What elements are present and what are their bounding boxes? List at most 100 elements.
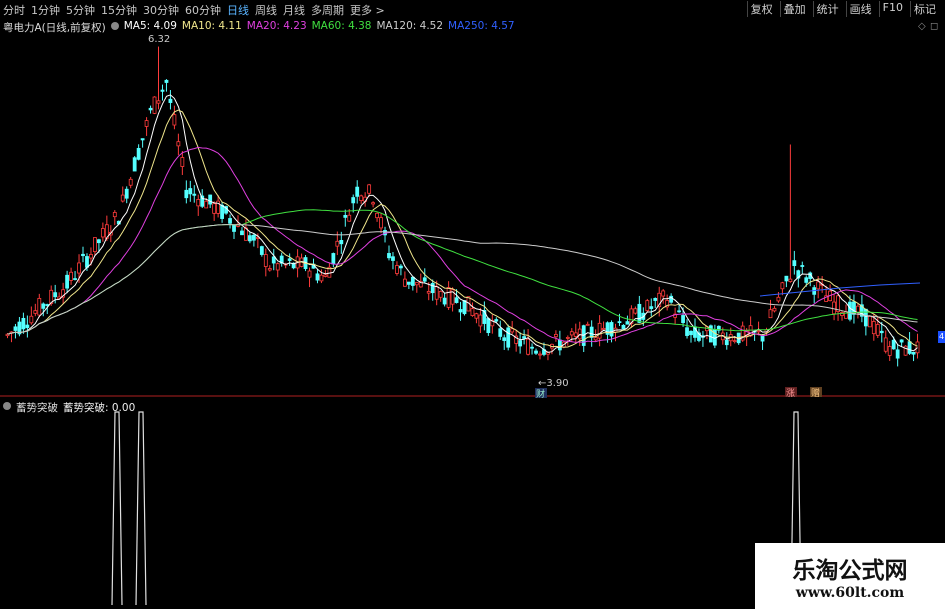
candle-body (653, 298, 658, 301)
candle-body (502, 337, 507, 341)
candle-body (534, 350, 538, 354)
candle-body (160, 89, 165, 92)
candle-body (430, 283, 435, 294)
candle-body (232, 224, 236, 232)
kline-chart[interactable]: 6.32 ←3.90 财 涨 赠 (0, 0, 945, 609)
candle-body (776, 296, 781, 302)
candle-body (422, 277, 427, 282)
candle-body (367, 184, 372, 194)
candle-body (748, 325, 753, 337)
candle-body (788, 278, 793, 282)
candle-body (13, 326, 18, 331)
candle-body (259, 246, 264, 255)
candle-body (176, 141, 181, 147)
candle-body (438, 291, 443, 298)
candle-body (375, 212, 379, 219)
candle-body (188, 188, 193, 195)
candle-body (53, 292, 58, 298)
candle-body (597, 322, 602, 339)
candle-body (351, 197, 356, 204)
price-low-label: ←3.90 (538, 378, 569, 389)
candle-body (184, 189, 189, 199)
indicator-name[interactable]: 蓄势突破 (16, 400, 58, 415)
candle-body (144, 120, 149, 127)
candle-body (307, 270, 312, 278)
candle-body (569, 331, 574, 336)
candle-body (41, 303, 46, 309)
candle-body (526, 338, 530, 355)
candle-body (136, 147, 141, 160)
candle-body (387, 253, 391, 259)
candle-body (391, 256, 395, 261)
candle-body (557, 339, 562, 351)
candle-body (768, 309, 773, 319)
candle-body (93, 237, 97, 253)
indicator-value: 蓄势突破: 0.00 (63, 402, 136, 414)
candle-body (414, 282, 419, 286)
candle-body (204, 200, 209, 209)
candle-body (271, 256, 276, 264)
candle-body (732, 340, 737, 343)
zhang-marker[interactable]: 涨 (786, 388, 795, 399)
candle-body (89, 254, 93, 259)
candle-body (275, 263, 280, 271)
indicator-legend: 蓄势突破 蓄势突破: 0.00 (3, 400, 135, 415)
candle-body (609, 322, 614, 337)
candle-body (470, 308, 475, 316)
candle-body (37, 298, 42, 316)
candle-body (248, 235, 252, 242)
candle-body (875, 324, 880, 336)
candle-body (649, 306, 654, 309)
candle-body (73, 278, 77, 280)
candle-body (33, 310, 38, 314)
indicator-settings-icon[interactable] (3, 402, 11, 410)
breakout-spike (135, 411, 147, 606)
candle-body (287, 258, 292, 261)
candle-body (458, 309, 463, 313)
candle-body (510, 328, 515, 333)
candle-body (621, 324, 626, 330)
candle-body (879, 330, 884, 334)
candle-body (21, 317, 26, 330)
candle-body (804, 277, 809, 283)
candle-body (832, 301, 836, 315)
candle-body (589, 326, 594, 338)
candle-body (132, 157, 137, 172)
candle-body (208, 194, 213, 205)
candle-body (577, 328, 582, 340)
candle-body (379, 217, 383, 229)
candle-body (756, 330, 761, 333)
zeng-marker[interactable]: 赠 (811, 387, 820, 399)
cai-marker[interactable]: 财 (536, 388, 545, 400)
candle-body (895, 349, 900, 359)
candle-body (5, 333, 10, 337)
candle-body (172, 114, 177, 126)
candle-body (335, 240, 340, 247)
candle-body (911, 351, 916, 355)
candle-body (685, 327, 689, 336)
candle-body (426, 291, 431, 294)
candle-body (25, 324, 30, 329)
candle-body (689, 330, 693, 336)
candle-body (871, 321, 876, 335)
candle-body (65, 274, 70, 289)
candle-body (164, 79, 169, 83)
candle-body (81, 253, 85, 257)
candle-body (800, 265, 805, 267)
candle-body (343, 215, 348, 218)
candle-body (196, 198, 201, 207)
candle-body (883, 337, 888, 352)
candle-body (462, 300, 467, 315)
right-edge-marker: 4 (938, 331, 945, 343)
candle-body (442, 297, 447, 305)
candle-body (565, 336, 570, 339)
candle-body (856, 305, 860, 313)
candle-body (625, 321, 630, 325)
candle-body (573, 332, 578, 337)
candle-body (780, 282, 785, 290)
candle-body (120, 194, 125, 202)
breakout-spike (111, 411, 123, 606)
ma60-line (7, 209, 918, 335)
candle-body (220, 204, 224, 219)
candle-body (724, 339, 729, 346)
